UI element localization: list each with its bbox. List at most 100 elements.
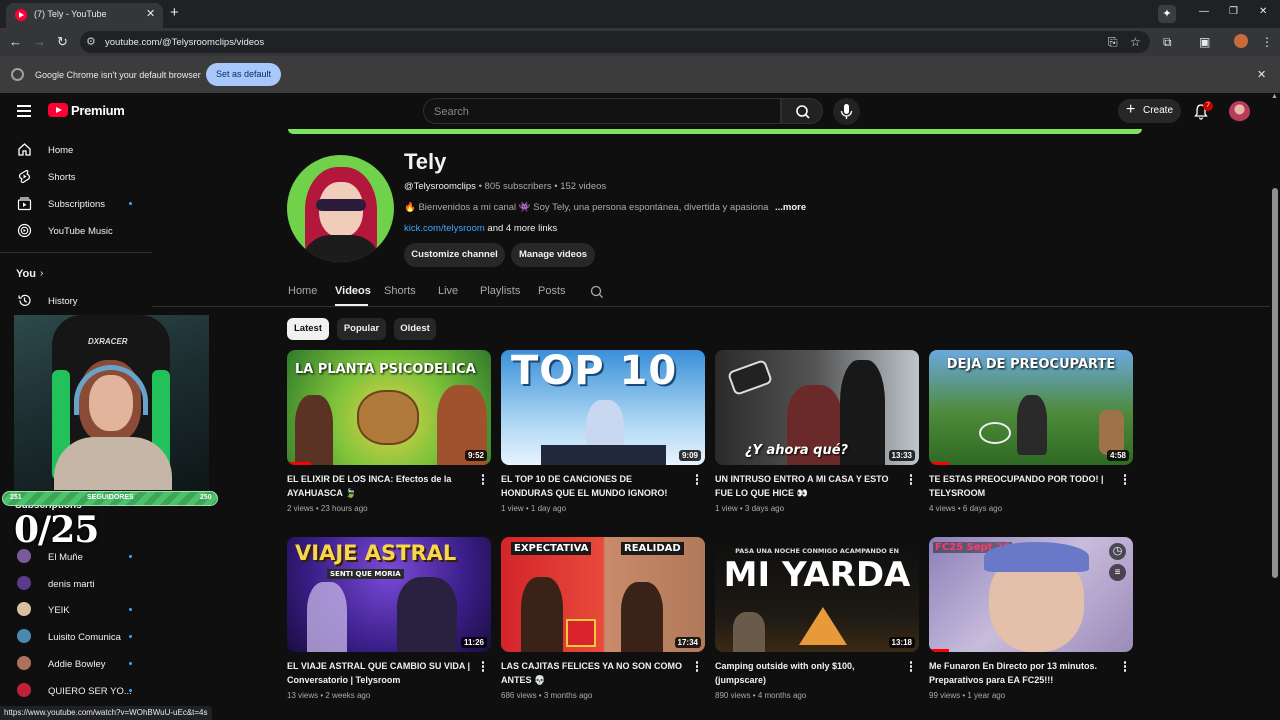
thumbnail-text: VIAJE ASTRAL xyxy=(295,541,457,565)
more-actions-icon[interactable] xyxy=(694,661,700,675)
menu-icon[interactable] xyxy=(17,105,31,117)
subscription-item[interactable]: YEIK xyxy=(0,597,152,623)
subscription-item[interactable]: Addie Bowley xyxy=(0,651,152,677)
more-actions-icon[interactable] xyxy=(1122,661,1128,675)
chrome-menu-icon[interactable]: ⋮ xyxy=(1261,35,1273,49)
more-links-text[interactable]: and 4 more links xyxy=(485,223,557,234)
add-to-queue-icon[interactable]: ≡ xyxy=(1109,564,1126,581)
video-thumbnail[interactable]: ¿Y ahora qué? 13:33 xyxy=(715,350,919,465)
back-icon[interactable]: ← xyxy=(9,34,22,49)
youtube-logo-icon[interactable] xyxy=(48,103,68,117)
channel-avatar xyxy=(17,629,31,643)
video-title[interactable]: Camping outside with only $100, (jumpsca… xyxy=(715,660,900,687)
tab-videos[interactable]: Videos xyxy=(335,285,371,297)
video-thumbnail[interactable]: LA PLANTA PSICODELICA 9:52 xyxy=(287,350,491,465)
thumbnail-person xyxy=(521,577,563,652)
description-more-link[interactable]: ...more xyxy=(775,202,806,213)
thumbnail-person xyxy=(295,395,333,465)
infobar-close-icon[interactable]: ✕ xyxy=(1257,68,1266,81)
sidebar-item-youtube-music[interactable]: YouTube Music xyxy=(0,218,152,244)
chip-oldest[interactable]: Oldest xyxy=(394,318,436,340)
channel-description[interactable]: 🔥 Bienvenidos a mi canal 👾 Soy Tely, una… xyxy=(404,202,769,215)
video-thumbnail[interactable]: EXPECTATIVA REALIDAD 17:34 xyxy=(501,537,705,652)
video-title[interactable]: UN INTRUSO ENTRO A MI CASA Y ESTO FUE LO… xyxy=(715,473,900,500)
video-title[interactable]: EL TOP 10 DE CANCIONES DE HONDURAS QUE E… xyxy=(501,473,686,500)
video-thumbnail[interactable]: PASA UNA NOCHE CONMIGO ACAMPANDO EN MI Y… xyxy=(715,537,919,652)
watch-later-icon[interactable]: ◷ xyxy=(1109,543,1126,560)
channel-avatar-large[interactable] xyxy=(287,155,394,262)
subscription-item[interactable]: denis marti xyxy=(0,571,152,597)
scrollbar-thumb[interactable] xyxy=(1272,188,1278,578)
voice-search-button[interactable] xyxy=(833,98,860,125)
video-thumbnail[interactable]: VIAJE ASTRAL SENTI QUE MORIA 11:26 xyxy=(287,537,491,652)
more-actions-icon[interactable] xyxy=(908,474,914,488)
search-input[interactable] xyxy=(434,104,764,119)
tab-close-icon[interactable]: ✕ xyxy=(146,7,155,20)
tab-live[interactable]: Live xyxy=(438,285,458,297)
video-title[interactable]: EL ELIXIR DE LOS INCA: Efectos de la AYA… xyxy=(287,473,472,500)
create-button[interactable]: + Create xyxy=(1118,99,1181,123)
sidebar-item-subscriptions[interactable]: Subscriptions xyxy=(0,191,152,217)
tab-playlists[interactable]: Playlists xyxy=(480,285,520,297)
page-scrollbar[interactable]: ▲ xyxy=(1270,93,1280,720)
gemini-icon[interactable]: ✦ xyxy=(1158,5,1176,23)
chip-popular[interactable]: Popular xyxy=(337,318,386,340)
more-actions-icon[interactable] xyxy=(480,661,486,675)
sidebar-you-header[interactable]: You › xyxy=(0,261,152,287)
channel-search-icon[interactable] xyxy=(589,284,605,300)
subscription-item[interactable]: QUIERO SER YO... xyxy=(0,678,152,704)
sidebar-item-history[interactable]: History xyxy=(0,288,152,314)
profile-icon[interactable] xyxy=(1234,34,1248,48)
manage-videos-button[interactable]: Manage videos xyxy=(511,243,595,267)
minimize-icon[interactable]: — xyxy=(1199,6,1209,17)
window-close-icon[interactable]: ✕ xyxy=(1259,6,1267,17)
more-actions-icon[interactable] xyxy=(908,661,914,675)
search-box[interactable] xyxy=(423,98,781,124)
restore-icon[interactable]: ❐ xyxy=(1229,6,1238,17)
video-thumbnail[interactable]: FC25 Sept 20 ◷ ≡ xyxy=(929,537,1133,652)
browser-tab[interactable]: (7) Tely - YouTube ✕ xyxy=(6,3,163,28)
video-meta: 1 view • 3 days ago xyxy=(715,504,785,513)
sidebar-item-home[interactable]: Home xyxy=(0,137,152,163)
site-settings-icon[interactable]: ⚙ xyxy=(86,35,96,48)
tab-shorts[interactable]: Shorts xyxy=(384,285,416,297)
video-title[interactable]: TE ESTAS PREOCUPANDO POR TODO! | TELYSRO… xyxy=(929,473,1114,500)
forward-icon[interactable]: → xyxy=(33,34,46,49)
thumbnail-text: TOP 10 xyxy=(511,350,678,394)
account-avatar[interactable] xyxy=(1229,101,1250,122)
video-thumbnail[interactable]: DEJA DE PREOCUPARTE 4:58 xyxy=(929,350,1133,465)
tab-home[interactable]: Home xyxy=(288,285,317,297)
more-actions-icon[interactable] xyxy=(694,474,700,488)
sidebar-item-shorts[interactable]: Shorts xyxy=(0,164,152,190)
video-title[interactable]: Me Funaron En Directo por 13 minutos. Pr… xyxy=(929,660,1114,687)
video-duration: 13:33 xyxy=(888,450,915,461)
scroll-up-icon[interactable]: ▲ xyxy=(1271,93,1278,100)
more-actions-icon[interactable] xyxy=(480,474,486,488)
set-as-default-button[interactable]: Set as default xyxy=(206,63,281,86)
customize-channel-button[interactable]: Customize channel xyxy=(404,243,505,267)
subscription-item[interactable]: Luisito Comunica xyxy=(0,624,152,650)
chip-latest[interactable]: Latest xyxy=(287,318,329,340)
subscription-name: Addie Bowley xyxy=(48,659,106,670)
watch-progress-bar xyxy=(929,462,950,465)
video-thumbnail[interactable]: TOP 10 9:09 xyxy=(501,350,705,465)
youtube-brand[interactable]: Premium xyxy=(71,103,125,118)
install-app-icon[interactable]: ⎘ xyxy=(1108,35,1118,50)
video-title[interactable]: EL VIAJE ASTRAL QUE CAMBIO SU VIDA | Con… xyxy=(287,660,472,687)
new-content-dot xyxy=(129,662,132,665)
streamer-body xyxy=(54,437,172,490)
bookmark-star-icon[interactable]: ☆ xyxy=(1130,35,1141,49)
video-title[interactable]: LAS CAJITAS FELICES YA NO SON COMO ANTES… xyxy=(501,660,686,687)
channel-avatar xyxy=(17,683,31,697)
youtube-header: Premium + Create 7 xyxy=(0,93,1280,131)
more-actions-icon[interactable] xyxy=(1122,474,1128,488)
tab-posts[interactable]: Posts xyxy=(538,285,566,297)
extensions-icon[interactable]: ⧉ xyxy=(1163,35,1172,50)
side-panel-icon[interactable]: ▣ xyxy=(1199,35,1210,49)
address-bar[interactable]: ⚙ youtube.com/@Telysroomclips/videos xyxy=(80,31,1150,53)
search-button[interactable] xyxy=(781,98,823,124)
new-tab-button[interactable]: + xyxy=(170,4,179,21)
channel-link[interactable]: kick.com/telysroom xyxy=(404,223,485,234)
thumbnail-person xyxy=(397,577,457,652)
reload-icon[interactable]: ↻ xyxy=(57,34,68,50)
